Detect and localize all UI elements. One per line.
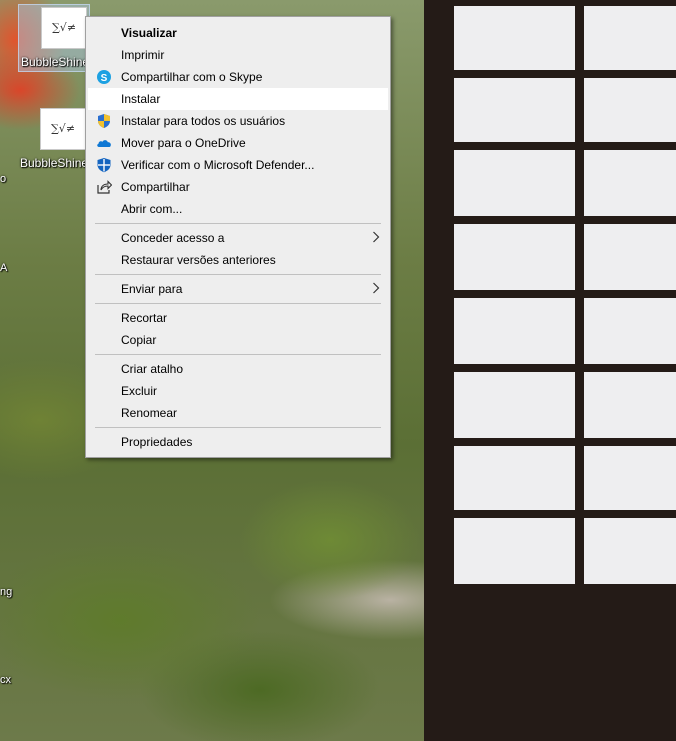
menu-item-excluir[interactable]: Excluir (88, 380, 388, 402)
menu-item-label: Mover para o OneDrive (121, 136, 246, 150)
menu-item-label: Recortar (121, 311, 168, 325)
menu-separator (95, 223, 381, 224)
share-icon (96, 179, 113, 195)
menu-item-instalar-todos[interactable]: Instalar para todos os usuários (88, 110, 388, 132)
menu-item-label: Verificar com o Microsoft Defender... (121, 158, 315, 172)
menu-item-renomear[interactable]: Renomear (88, 402, 388, 424)
chevron-right-icon (372, 231, 380, 243)
shoji-pane (584, 446, 676, 510)
document-icon: ∑√≠ (41, 7, 87, 49)
shoji-pane (584, 518, 676, 584)
menu-item-imprimir[interactable]: Imprimir (88, 44, 388, 66)
menu-separator (95, 274, 381, 275)
menu-item-criar-atalho[interactable]: Criar atalho (88, 358, 388, 380)
menu-separator (95, 354, 381, 355)
menu-item-label: Copiar (121, 333, 157, 347)
menu-item-label: Compartilhar (121, 180, 190, 194)
menu-item-label: Visualizar (121, 26, 177, 40)
shoji-pane (454, 6, 575, 70)
menu-item-label: Criar atalho (121, 362, 184, 376)
menu-item-label: Imprimir (121, 48, 165, 62)
shoji-pane (454, 224, 575, 290)
menu-item-propriedades[interactable]: Propriedades (88, 431, 388, 453)
shoji-pane (584, 372, 676, 438)
desktop-icon-bubbleshine-2[interactable]: ∑√≠ BubbleShine (18, 106, 88, 172)
uac-shield-icon (96, 113, 112, 129)
menu-item-visualizar[interactable]: Visualizar (88, 22, 388, 44)
desktop-icon-label: BubbleShine (21, 55, 90, 69)
shoji-pane (454, 78, 575, 142)
desktop-icon-label-partial[interactable]: ng (0, 586, 12, 598)
menu-separator (95, 427, 381, 428)
shoji-pane (454, 298, 575, 364)
menu-item-label: Excluir (121, 384, 158, 398)
context-menu: Visualizar Imprimir S Compartilhar com o… (85, 16, 391, 458)
shoji-pane (454, 518, 575, 584)
menu-item-compartilhar-skype[interactable]: S Compartilhar com o Skype (88, 66, 388, 88)
menu-item-label: Instalar para todos os usuários (121, 114, 286, 128)
menu-item-label: Abrir com... (121, 202, 183, 216)
shoji-pane (584, 6, 676, 70)
shoji-pane (454, 150, 575, 216)
desktop-icon-bubbleshine-1[interactable]: ∑√≠ BubbleShine (18, 4, 90, 72)
shoji-pane (454, 372, 575, 438)
menu-item-recortar[interactable]: Recortar (88, 307, 388, 329)
shoji-pane (584, 298, 676, 364)
menu-item-label: Renomear (121, 406, 178, 420)
menu-separator (95, 303, 381, 304)
desktop-icon-label-partial[interactable]: A (0, 262, 7, 274)
desktop-icon-label-partial[interactable]: cx (0, 674, 11, 686)
menu-item-instalar[interactable]: Instalar (88, 88, 388, 110)
menu-item-label: Restaurar versões anteriores (121, 253, 276, 267)
shoji-pane (584, 224, 676, 290)
menu-item-verificar-defender[interactable]: Verificar com o Microsoft Defender... (88, 154, 388, 176)
shoji-window (424, 0, 676, 741)
svg-text:S: S (101, 73, 108, 84)
onedrive-icon (96, 135, 112, 151)
shoji-pane (454, 446, 575, 510)
menu-item-label: Instalar (121, 92, 161, 106)
desktop-icon-label: BubbleShine (20, 156, 89, 170)
chevron-right-icon (372, 282, 380, 294)
menu-item-compartilhar[interactable]: Compartilhar (88, 176, 388, 198)
menu-item-label: Enviar para (121, 282, 183, 296)
menu-item-label: Compartilhar com o Skype (121, 70, 263, 84)
menu-item-label: Propriedades (121, 435, 193, 449)
desktop-icon-label-partial[interactable]: o (0, 173, 6, 185)
menu-item-label: Conceder acesso a (121, 231, 225, 245)
menu-item-restaurar-versoes[interactable]: Restaurar versões anteriores (88, 249, 388, 271)
menu-item-mover-onedrive[interactable]: Mover para o OneDrive (88, 132, 388, 154)
defender-icon (96, 157, 112, 173)
shoji-pane (584, 150, 676, 216)
menu-item-enviar-para[interactable]: Enviar para (88, 278, 388, 300)
menu-item-conceder-acesso[interactable]: Conceder acesso a (88, 227, 388, 249)
document-icon: ∑√≠ (40, 108, 86, 150)
menu-item-abrir-com[interactable]: Abrir com... (88, 198, 388, 220)
skype-icon: S (96, 69, 112, 85)
shoji-pane (584, 78, 676, 142)
menu-item-copiar[interactable]: Copiar (88, 329, 388, 351)
